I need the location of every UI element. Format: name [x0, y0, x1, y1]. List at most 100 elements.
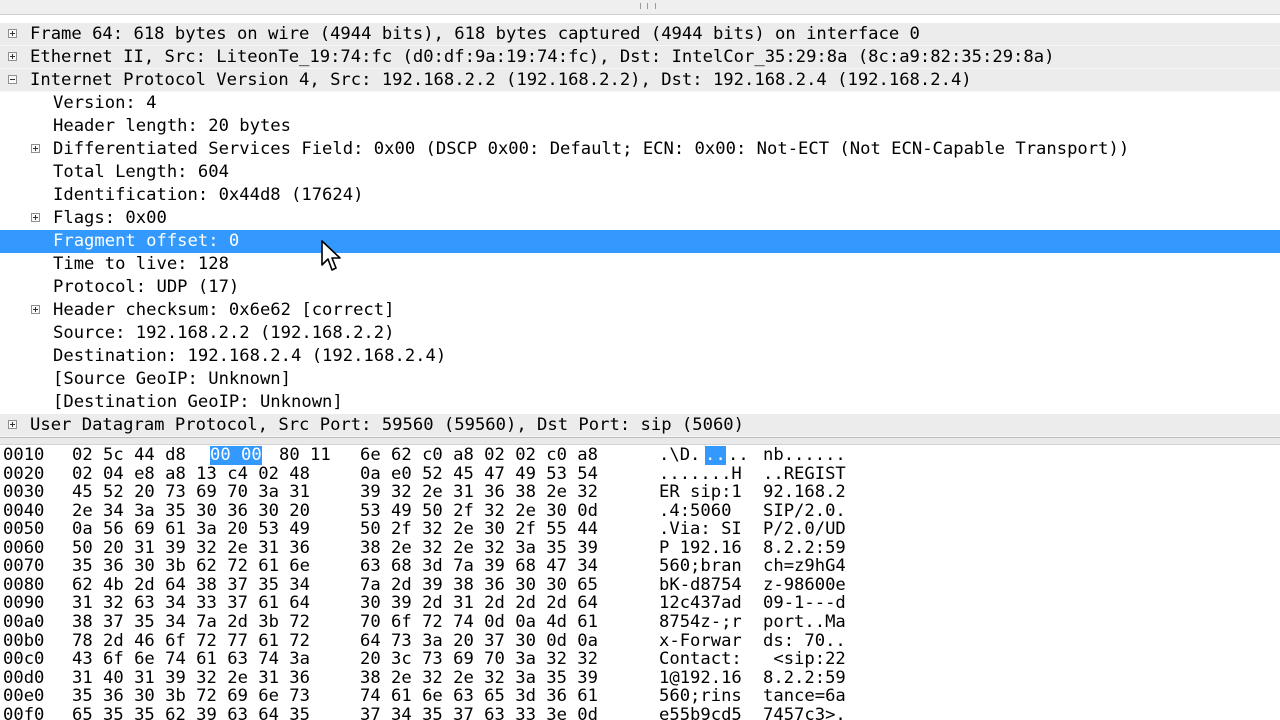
hex-bytes: 39 32 2e 31 36 38 2e 32 — [360, 482, 598, 503]
tree-row-label: [Source GeoIP: Unknown] — [53, 369, 291, 389]
ascii-text: tance=6a — [763, 686, 846, 707]
plus-box-icon[interactable] — [31, 144, 40, 153]
hex-bytes: 2e 34 3a 35 30 36 30 20 — [72, 500, 310, 521]
tree-row-label: Protocol: UDP (17) — [53, 277, 240, 297]
hex-bytes: 38 37 35 34 7a 2d 3b 72 — [72, 611, 310, 632]
hex-offset: 00b0 — [3, 630, 45, 651]
ascii-text: x-Forwar — [659, 630, 742, 651]
plus-box-icon[interactable] — [8, 29, 17, 38]
hex-bytes: 02 5c 44 d8 — [72, 445, 186, 465]
ascii-text: <sip:22 — [763, 649, 846, 670]
tree-section-row[interactable]: User Datagram Protocol, Src Port: 59560 … — [0, 414, 1280, 437]
tree-row-label: Differentiated Services Field: 0x00 (DSC… — [53, 139, 1130, 159]
tree-field-row[interactable]: Total Length: 604 — [0, 161, 1280, 184]
hex-bytes: 74 61 6e 63 65 3d 36 61 — [360, 686, 598, 707]
plus-box-icon[interactable] — [8, 420, 17, 429]
hex-offset: 0020 — [3, 463, 45, 484]
hex-bytes: 63 68 3d 7a 39 68 47 34 — [360, 556, 598, 577]
hex-bytes: 35 36 30 3b 62 72 61 6e — [72, 556, 310, 577]
tree-row-label: Total Length: 604 — [53, 162, 229, 182]
ascii-text: P/2.0/UD — [763, 519, 846, 540]
hex-bytes: 65 35 35 62 39 63 64 35 — [72, 704, 310, 720]
hex-offset: 0070 — [3, 556, 45, 577]
hex-bytes: 45 52 20 73 69 70 3a 31 — [72, 482, 310, 503]
tree-row-label: Source: 192.168.2.2 (192.168.2.2) — [53, 323, 395, 343]
hex-bytes: 80 11 — [279, 445, 331, 465]
hex-bytes: 62 4b 2d 64 38 37 35 34 — [72, 574, 310, 595]
hex-bytes: 50 20 31 39 32 2e 31 36 — [72, 537, 310, 558]
tree-field-row[interactable]: Protocol: UDP (17) — [0, 276, 1280, 299]
ascii-text: P 192.16 — [659, 537, 742, 558]
tree-field-row[interactable]: [Destination GeoIP: Unknown] — [0, 391, 1280, 414]
hex-offset: 00f0 — [3, 704, 45, 720]
tree-row-label: Flags: 0x00 — [53, 208, 167, 228]
hex-offset: 0050 — [3, 519, 45, 540]
tree-field-row[interactable]: Destination: 192.168.2.4 (192.168.2.4) — [0, 345, 1280, 368]
ascii-text: Contact: — [659, 649, 742, 670]
hex-bytes: 53 49 50 2f 32 2e 30 0d — [360, 500, 598, 521]
ascii-text: .. — [728, 445, 749, 465]
mouse-pointer-icon — [321, 240, 341, 271]
tree-field-row[interactable]: Time to live: 128 — [0, 253, 1280, 276]
hex-bytes: 64 73 3a 20 37 30 0d 0a — [360, 630, 598, 651]
ascii-text: e55b9cd5 — [659, 704, 742, 720]
hex-bytes: 0a 56 69 61 3a 20 53 49 — [72, 519, 310, 540]
tree-section-row[interactable]: Internet Protocol Version 4, Src: 192.16… — [0, 69, 1280, 92]
ascii-text: .......H — [659, 463, 742, 484]
hex-offset: 0010 — [3, 445, 45, 465]
hex-bytes: 37 34 35 37 63 33 3e 0d — [360, 704, 598, 720]
ascii-text: bK-d8754 — [659, 574, 742, 595]
packet-details-tree[interactable]: Frame 64: 618 bytes on wire (4944 bits),… — [0, 23, 1280, 437]
hex-offset: 00d0 — [3, 667, 45, 688]
ascii-text: SIP/2.0. — [763, 500, 846, 521]
tree-field-row[interactable]: Flags: 0x00 — [0, 207, 1280, 230]
ascii-text: 560;rins — [659, 686, 742, 707]
hex-bytes: 35 36 30 3b 72 69 6e 73 — [72, 686, 310, 707]
tree-field-row[interactable]: Source: 192.168.2.2 (192.168.2.2) — [0, 322, 1280, 345]
ascii-text: ER sip:1 — [659, 482, 742, 503]
ascii-text: port..Ma — [763, 611, 846, 632]
hex-offset: 0060 — [3, 537, 45, 558]
minus-box-icon[interactable] — [8, 75, 17, 84]
tree-row-label: Header length: 20 bytes — [53, 116, 291, 136]
plus-box-icon[interactable] — [31, 305, 40, 314]
ascii-text: 1@192.16 — [659, 667, 742, 688]
ascii-text: 92.168.2 — [763, 482, 846, 503]
tree-row-label: [Destination GeoIP: Unknown] — [53, 392, 343, 412]
plus-box-icon[interactable] — [31, 213, 40, 222]
tree-field-row[interactable]: Identification: 0x44d8 (17624) — [0, 184, 1280, 207]
hex-bytes: 78 2d 46 6f 72 77 61 72 — [72, 630, 310, 651]
hex-offset: 0090 — [3, 593, 45, 614]
hex-bytes: 02 04 e8 a8 13 c4 02 48 — [72, 463, 310, 484]
tree-field-row[interactable]: Header length: 20 bytes — [0, 115, 1280, 138]
tree-field-row[interactable]: Differentiated Services Field: 0x00 (DSC… — [0, 138, 1280, 161]
top-splitter-handle[interactable] — [0, 0, 1280, 15]
tree-field-row[interactable]: Version: 4 — [0, 92, 1280, 115]
ascii-text: ds: 70.. — [763, 630, 846, 651]
hex-offset: 0030 — [3, 482, 45, 503]
tree-section-row[interactable]: Ethernet II, Src: LiteonTe_19:74:fc (d0:… — [0, 46, 1280, 69]
ascii-text: 8754z-;r — [659, 611, 742, 632]
ascii-text: .Via: SI — [659, 519, 742, 540]
ascii-highlight: .. — [705, 445, 726, 465]
hex-offset: 0040 — [3, 500, 45, 521]
hex-offset: 00c0 — [3, 649, 45, 670]
hex-offset: 00e0 — [3, 686, 45, 707]
hex-offset: 0080 — [3, 574, 45, 595]
tree-row-label: Fragment offset: 0 — [53, 231, 240, 251]
tree-field-row[interactable]: Fragment offset: 0 — [0, 230, 1280, 253]
hex-bytes: 31 32 63 34 33 37 61 64 — [72, 593, 310, 614]
pane-splitter[interactable] — [0, 437, 1280, 445]
tree-row-label: Frame 64: 618 bytes on wire (4944 bits),… — [30, 24, 920, 44]
packet-bytes-pane[interactable]: 0010 02 5c 44 d8 00 00 80 11 6e 62 c0 a8 02 … — [0, 445, 1280, 720]
tree-row-label: Header checksum: 0x6e62 [correct] — [53, 300, 395, 320]
tree-row-label: Version: 4 — [53, 93, 157, 113]
tree-section-row[interactable]: Frame 64: 618 bytes on wire (4944 bits),… — [0, 23, 1280, 46]
hex-bytes: 30 39 2d 31 2d 2d 2d 64 — [360, 593, 598, 614]
plus-box-icon[interactable] — [8, 52, 17, 61]
tree-field-row[interactable]: [Source GeoIP: Unknown] — [0, 368, 1280, 391]
ascii-text: 7457c3>. — [763, 704, 846, 720]
tree-field-row[interactable]: Header checksum: 0x6e62 [correct] — [0, 299, 1280, 322]
ascii-text: 8.2.2:59 — [763, 537, 846, 558]
grip-icon — [640, 3, 656, 9]
